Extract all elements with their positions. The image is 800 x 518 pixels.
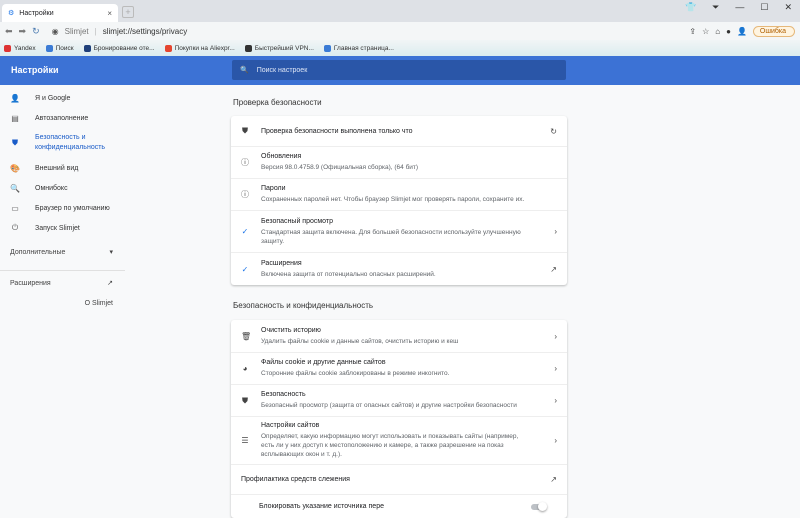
shield-icon: ⛊	[242, 126, 248, 135]
bookmark-item[interactable]: Главная страница...	[323, 44, 394, 52]
site-name: Slimjet	[64, 26, 89, 36]
privacy-row[interactable]: ◕ Файлы cookie и другие данные сайтов Стор…	[231, 352, 567, 384]
row-icon: ☰	[241, 436, 249, 445]
sidebar: 👤 Я и Google ▤ Автозаполнение ⛊ Безопасность …	[0, 85, 215, 313]
title-bar: ⚙ Настройки × + 👕 ⏷ — ☐ ✕	[0, 0, 800, 22]
reload-icon[interactable]: ↻	[32, 26, 40, 37]
sidebar-about[interactable]: О Slimjet	[0, 293, 215, 313]
site-icon: ◉	[51, 26, 59, 36]
info-icon: ⓘ	[241, 190, 249, 199]
external-link-icon: ↗	[550, 475, 557, 484]
sidebar-item[interactable]: ⏻ Запуск Slimjet	[0, 218, 215, 238]
sidebar-item-icon: ⛊	[12, 138, 18, 147]
sidebar-extensions[interactable]: Расширения ↗	[0, 273, 215, 293]
bookmark-favicon-icon	[4, 44, 11, 52]
error-badge[interactable]: Ошибка	[752, 25, 795, 37]
star-icon[interactable]: ☆	[702, 27, 709, 36]
profile-icon[interactable]: 👤	[737, 27, 747, 36]
settings-header: Настройки 🔍 Поиск настроек	[0, 56, 800, 85]
toolbar: ⬅ ➡ ↻ ◉ Slimjet | slimjet://settings/pri…	[0, 22, 800, 40]
search-icon: 🔍	[240, 67, 249, 74]
row-icon: ◕	[242, 364, 248, 373]
sidebar-advanced[interactable]: Дополнительные ▾	[0, 242, 215, 262]
sidebar-item-icon: ⏻	[11, 223, 19, 232]
sidebar-item[interactable]: ▭ Браузер по умолчанию	[0, 198, 215, 218]
sidebar-item-icon: 🔍	[10, 183, 20, 193]
block-referrer-row: Блокировать указание источника пере	[231, 494, 567, 518]
privacy-card: 🗑 Очистить историю Удалить файлы cookie и …	[231, 320, 567, 518]
bookmark-favicon-icon	[244, 44, 252, 52]
search-placeholder: Поиск настроек	[256, 66, 308, 74]
block-referrer-toggle[interactable]	[531, 501, 547, 511]
safe-browsing-row[interactable]: ✓ Безопасный просмотр Стандартная защита …	[231, 210, 567, 252]
bookmark-item[interactable]: Yandex	[4, 44, 36, 52]
external-link-icon: ↗	[550, 264, 557, 274]
sidebar-item[interactable]: 🔍 Омнибокс	[0, 178, 215, 198]
sidebar-item[interactable]: ⛊ Безопасность и конфиденциальность	[0, 128, 215, 158]
info-icon: ⓘ	[241, 158, 249, 167]
tracking-protection-row[interactable]: Профилактика средств слежения ↗	[231, 464, 567, 494]
sidebar-item-icon: 👤	[10, 93, 20, 103]
bookmarks-bar: Yandex Поиск Бронирование оте... Покупки на…	[0, 40, 800, 56]
close-button[interactable]: ✕	[784, 2, 792, 13]
chevron-down-icon: ▾	[109, 249, 113, 256]
privacy-row[interactable]: ⛊ Безопасность Безопасный просмотр (защита…	[231, 384, 567, 416]
bookmark-favicon-icon	[164, 44, 172, 52]
extensions-row[interactable]: ✓ Расширения Включена защита от потенциал…	[231, 252, 567, 285]
bookmark-favicon-icon	[45, 44, 53, 52]
checkmark-icon: ✓	[241, 227, 249, 236]
page-title: Настройки	[11, 65, 59, 75]
address-bar[interactable]: slimjet://settings/privacy	[103, 27, 187, 36]
forward-icon[interactable]: ➡	[19, 26, 27, 37]
search-input[interactable]: 🔍 Поиск настроек	[232, 60, 566, 80]
bookmark-favicon-icon	[323, 44, 331, 52]
row-icon: ⛊	[242, 395, 248, 405]
privacy-row[interactable]: 🗑 Очистить историю Удалить файлы cookie и …	[231, 320, 567, 352]
tab-settings[interactable]: ⚙ Настройки ×	[2, 4, 118, 22]
share-icon[interactable]: ⇪	[689, 27, 696, 36]
safety-status-row: ⛊ Проверка безопасности выполнена только…	[242, 126, 557, 136]
maximize-button[interactable]: ☐	[760, 2, 768, 13]
safety-check-card: ⛊ Проверка безопасности выполнена только…	[231, 116, 567, 285]
sidebar-item-icon: ▭	[11, 203, 19, 213]
home-icon[interactable]: ⌂	[715, 27, 720, 36]
shirt-icon[interactable]: 👕	[685, 2, 696, 13]
sidebar-item-icon: 🎨	[10, 163, 20, 173]
section-title-privacy: Безопасность и конфиденциальность	[233, 301, 374, 310]
bookmark-item[interactable]: Бронирование оте...	[83, 44, 155, 52]
dropdown-button[interactable]: ⏷	[712, 2, 719, 13]
main-content: Проверка безопасности ⛊ Проверка безопас…	[231, 85, 567, 518]
chevron-right-icon: ›	[554, 396, 557, 405]
row-icon: 🗑	[241, 331, 252, 341]
chevron-right-icon: ›	[554, 436, 557, 445]
bookmark-item[interactable]: Покупки на Aliexpr...	[164, 44, 235, 52]
tab-title: Настройки	[19, 9, 54, 17]
updates-row: ⓘ Обновления Версия 98.0.4758.9 (Официаль…	[231, 146, 567, 178]
sidebar-item-icon: ▤	[11, 113, 19, 123]
external-link-icon: ↗	[107, 280, 113, 287]
chevron-right-icon: ›	[554, 227, 557, 236]
gear-icon: ⚙	[8, 10, 15, 17]
privacy-row[interactable]: ☰ Настройки сайтов Определяет, какую инфор…	[231, 416, 567, 464]
sidebar-item[interactable]: 👤 Я и Google	[0, 88, 215, 108]
back-icon[interactable]: ⬅	[5, 26, 13, 37]
new-tab-button[interactable]: +	[122, 6, 134, 18]
checkmark-icon: ✓	[241, 264, 249, 274]
chevron-right-icon: ›	[554, 364, 557, 373]
passwords-row: ⓘ Пароли Сохраненных паролей нет. Чтобы б…	[231, 178, 567, 210]
minimize-button[interactable]: —	[735, 2, 744, 13]
bookmark-item[interactable]: Быстрейший VPN...	[244, 44, 314, 52]
sidebar-item[interactable]: 🎨 Внешний вид	[0, 158, 215, 178]
extension-icon[interactable]: ●	[726, 27, 731, 36]
close-tab-icon[interactable]: ×	[107, 9, 112, 18]
refresh-icon[interactable]: ↻	[550, 127, 557, 136]
section-title-safety: Проверка безопасности	[233, 98, 322, 107]
bookmark-favicon-icon	[83, 44, 91, 52]
bookmark-item[interactable]: Поиск	[45, 44, 74, 52]
chevron-right-icon: ›	[554, 331, 557, 341]
sidebar-item[interactable]: ▤ Автозаполнение	[0, 108, 215, 128]
